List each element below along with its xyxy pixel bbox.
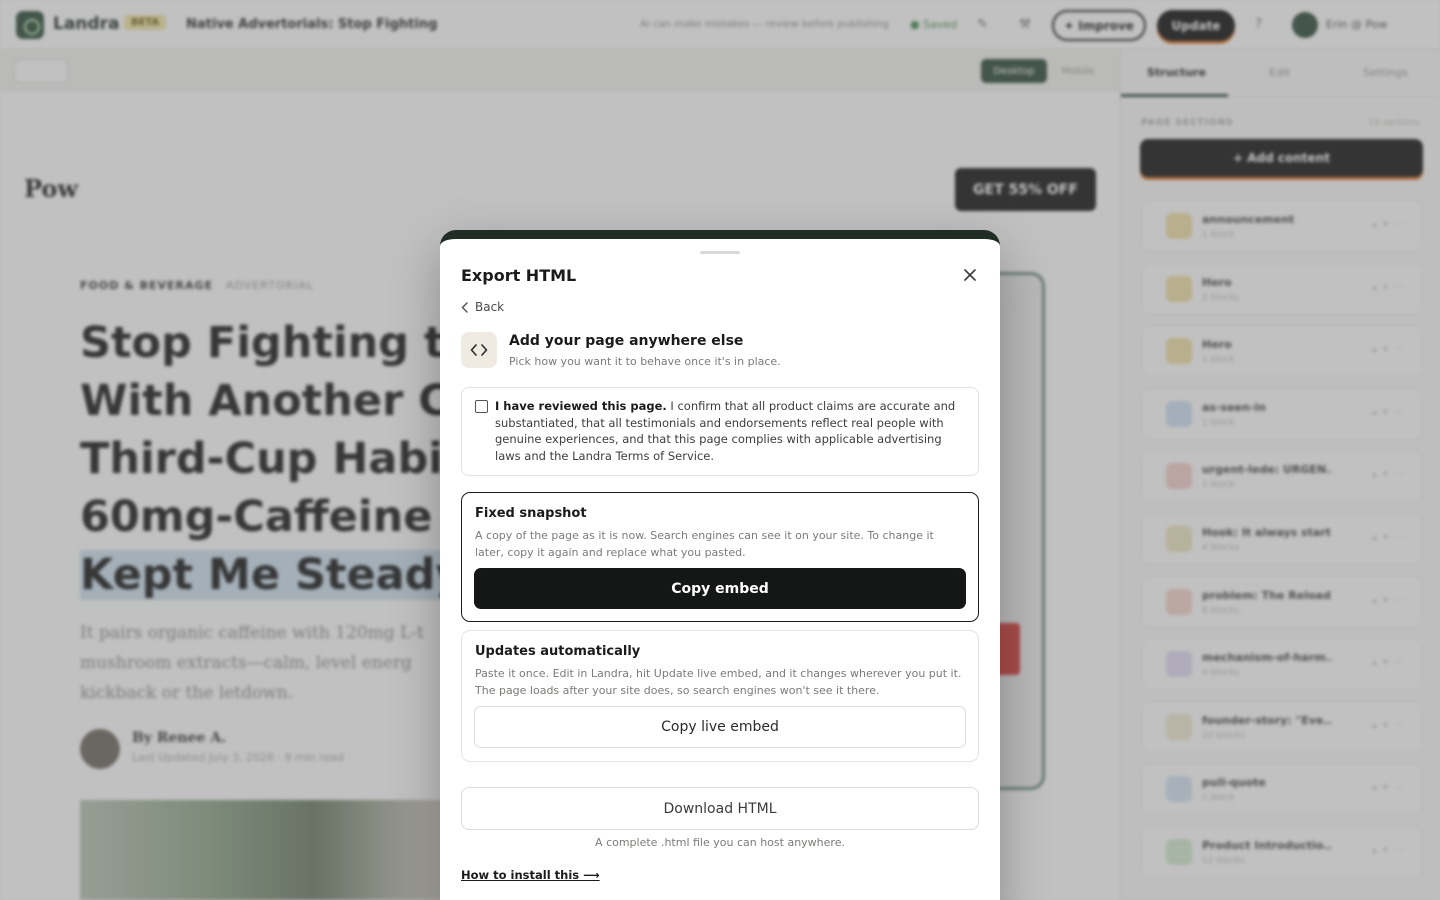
drag-handle[interactable] bbox=[700, 251, 740, 254]
code-tile bbox=[461, 332, 497, 368]
install-guide-link[interactable]: How to install this ⟶ bbox=[461, 868, 600, 882]
copy-live-embed-button[interactable]: Copy live embed bbox=[474, 706, 966, 748]
fixed-snapshot-title: Fixed snapshot bbox=[475, 506, 587, 521]
code-icon bbox=[470, 344, 488, 356]
modal-title: Export HTML bbox=[461, 266, 577, 285]
review-statement: I have reviewed this page. I confirm tha… bbox=[495, 398, 965, 464]
download-html-button[interactable]: Download HTML bbox=[461, 787, 979, 830]
chevron-left-icon bbox=[461, 301, 468, 313]
fixed-snapshot-option[interactable]: Fixed snapshot A copy of the page as it … bbox=[461, 492, 979, 622]
modal-subheading: Pick how you want it to behave once it's… bbox=[509, 355, 781, 368]
back-label: Back bbox=[475, 300, 505, 314]
download-note: A complete .html file you can host anywh… bbox=[595, 836, 845, 849]
export-html-modal: Export HTML Back Add your page anywhere … bbox=[440, 230, 1000, 900]
review-bold: I have reviewed this page. bbox=[495, 399, 667, 413]
modal-heading: Add your page anywhere else bbox=[509, 333, 744, 349]
live-embed-title: Updates automatically bbox=[475, 644, 641, 659]
close-button[interactable] bbox=[960, 265, 980, 285]
close-icon bbox=[964, 269, 976, 281]
review-checkbox[interactable] bbox=[475, 400, 488, 413]
back-button[interactable]: Back bbox=[461, 300, 504, 314]
live-embed-description: Paste it once. Edit in Landra, hit Updat… bbox=[475, 667, 962, 697]
live-embed-option[interactable]: Updates automatically Paste it once. Edi… bbox=[461, 630, 979, 762]
review-confirmation[interactable]: I have reviewed this page. I confirm tha… bbox=[461, 387, 979, 476]
fixed-snapshot-description: A copy of the page as it is now. Search … bbox=[475, 529, 934, 559]
copy-embed-button[interactable]: Copy embed bbox=[474, 568, 966, 609]
